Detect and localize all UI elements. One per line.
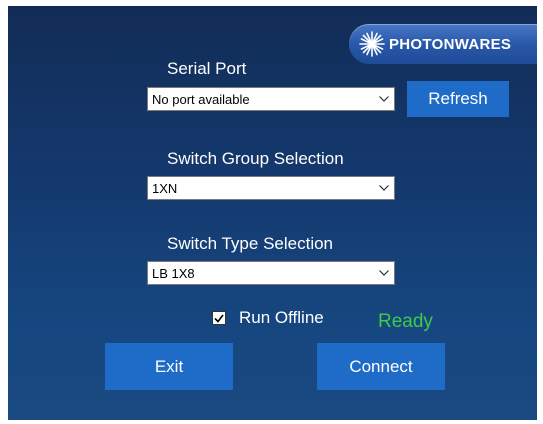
switch-group-select[interactable]: 1XN	[147, 176, 395, 200]
app-window: PHOTONWARES Serial Port No port availabl…	[8, 6, 537, 420]
exit-button[interactable]: Exit	[105, 343, 233, 390]
run-offline-option[interactable]: Run Offline	[212, 308, 324, 328]
switch-group-value: 1XN	[152, 180, 178, 196]
serial-port-label: Serial Port	[167, 59, 247, 78]
switch-type-select[interactable]: LB 1X8	[147, 261, 395, 285]
checkmark-icon	[214, 314, 224, 323]
serial-port-select[interactable]: No port available	[147, 87, 395, 111]
starburst-icon	[359, 31, 385, 57]
logo-text: PHOTONWARES	[389, 35, 512, 53]
switch-type-label: Switch Type Selection	[167, 234, 333, 253]
run-offline-label: Run Offline	[239, 308, 324, 327]
serial-port-value: No port available	[152, 91, 250, 107]
chevron-down-icon	[374, 177, 394, 199]
status-text: Ready	[378, 311, 433, 332]
connect-button[interactable]: Connect	[317, 343, 445, 390]
switch-type-value: LB 1X8	[152, 265, 195, 281]
run-offline-checkbox[interactable]	[212, 311, 226, 325]
switch-group-label: Switch Group Selection	[167, 149, 344, 168]
refresh-button[interactable]: Refresh	[407, 81, 509, 117]
chevron-down-icon	[374, 88, 394, 110]
photonwares-logo: PHOTONWARES	[349, 24, 537, 64]
chevron-down-icon	[374, 262, 394, 284]
